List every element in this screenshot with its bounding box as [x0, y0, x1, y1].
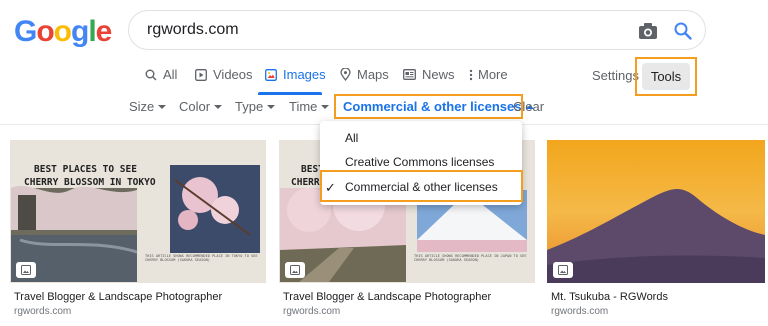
caret-down-icon: [158, 105, 167, 109]
result-title[interactable]: Travel Blogger & Landscape Photographer: [283, 291, 491, 303]
image-icon: [21, 265, 31, 275]
result-source[interactable]: rgwords.com: [283, 306, 340, 317]
thumbnail-title-line: BEST PLACES TO SEE: [34, 164, 137, 175]
tab-label: Images: [283, 67, 326, 82]
result-thumbnail[interactable]: [547, 140, 768, 283]
filter-label: Type: [235, 99, 264, 114]
filter-size[interactable]: Size: [129, 99, 167, 114]
cherry-blossom-tokyo-thumbnail: BEST PLACES TO SEE CHERRY BLOSSOM IN TOK…: [10, 140, 266, 283]
license-option-all[interactable]: All: [345, 131, 358, 145]
image-badge: [285, 262, 305, 278]
result-title[interactable]: Mt. Tsukuba - RGWords: [551, 291, 668, 303]
filter-time[interactable]: Time: [289, 99, 330, 114]
camera-icon[interactable]: [638, 22, 658, 40]
image-icon: [290, 265, 300, 275]
thumbnail-title-line: CHERRY BLOSSOM IN TOKYO: [24, 177, 156, 188]
license-filter-highlight-box: [334, 94, 523, 119]
google-logo[interactable]: Google: [14, 15, 112, 49]
filter-label: Size: [129, 99, 155, 114]
tab-all[interactable]: All: [145, 67, 177, 82]
tab-news[interactable]: News: [403, 67, 455, 82]
images-icon: [265, 68, 277, 81]
search-icon[interactable]: [673, 21, 693, 41]
tab-label: More: [478, 67, 508, 82]
map-pin-icon: [340, 68, 351, 81]
filter-label: Color: [179, 99, 211, 114]
mountain-sunset-thumbnail: [547, 140, 765, 283]
search-icon: [145, 69, 157, 80]
tab-label: News: [422, 67, 455, 82]
news-icon: [403, 69, 416, 80]
tab-videos[interactable]: Videos: [195, 67, 253, 82]
result-title[interactable]: Travel Blogger & Landscape Photographer: [14, 291, 222, 303]
filter-label: Time: [289, 99, 318, 114]
filter-color[interactable]: Color: [179, 99, 223, 114]
filter-type[interactable]: Type: [235, 99, 276, 114]
result-source[interactable]: rgwords.com: [551, 306, 608, 317]
tab-more[interactable]: More: [469, 67, 508, 82]
tools-button[interactable]: Tools: [642, 63, 690, 90]
thumbnail-title-line: CHERR: [291, 177, 320, 188]
more-vertical-icon: [469, 69, 473, 80]
tab-images[interactable]: Images: [265, 67, 326, 82]
tab-label: Videos: [213, 67, 253, 82]
tab-label: All: [163, 67, 178, 82]
search-input[interactable]: rgwords.com: [147, 21, 239, 39]
search-box[interactable]: rgwords.com: [128, 10, 706, 50]
result-source[interactable]: rgwords.com: [14, 306, 71, 317]
image-badge: [16, 262, 36, 278]
tab-maps[interactable]: Maps: [340, 67, 389, 82]
thumbnail-caption-text: THIS ARTICLE SHOWS RECOMMENDED PLACE IN …: [414, 254, 527, 263]
selected-option-highlight-box: [320, 170, 523, 202]
tab-label: Maps: [357, 67, 389, 82]
license-option-creative-commons[interactable]: Creative Commons licenses: [345, 155, 494, 169]
thumbnail-caption-text: THIS ARTICLE SHOWS RECOMMENDED PLACE IN …: [145, 254, 258, 263]
active-tab-indicator: [258, 92, 322, 95]
image-badge: [553, 262, 573, 278]
caret-down-icon: [214, 105, 223, 109]
image-icon: [558, 265, 568, 275]
caret-down-icon: [321, 105, 330, 109]
video-icon: [195, 68, 207, 81]
caret-down-icon: [267, 105, 276, 109]
settings-link[interactable]: Settings: [592, 68, 639, 83]
result-thumbnail[interactable]: BEST PLACES TO SEE CHERRY BLOSSOM IN TOK…: [10, 140, 266, 283]
